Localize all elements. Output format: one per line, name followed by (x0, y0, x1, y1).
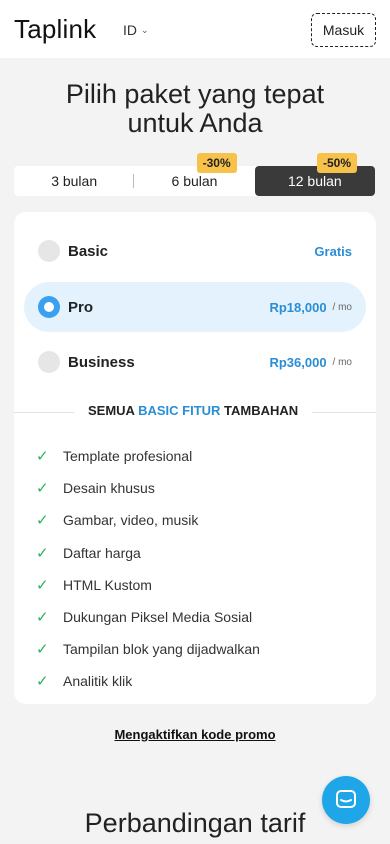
plan-price: Rp18,000 (269, 299, 327, 315)
top-header: Taplink ID ⌄ Masuk (0, 0, 390, 58)
discount-badge: -30% (196, 153, 237, 173)
feature-item: ✓ Template profesional (36, 440, 260, 472)
radio-button[interactable] (38, 351, 60, 373)
feature-label: Desain khusus (63, 480, 155, 497)
plan-period-unit: / mo (332, 356, 352, 368)
feature-label: Daftar harga (63, 544, 141, 561)
feature-item: ✓ Gambar, video, musik (36, 504, 260, 536)
plan-name: Pro (68, 298, 94, 316)
features-heading-highlight: BASIC FITUR (138, 403, 221, 418)
language-selector[interactable]: ID ⌄ (123, 22, 149, 38)
period-tab-label: 12 bulan (287, 173, 342, 189)
plans-card: Basic Gratis Pro Rp18,000 / mo Business … (14, 212, 376, 704)
period-tab-label: 6 bulan (171, 173, 218, 189)
chevron-down-icon: ⌄ (141, 24, 149, 35)
feature-label: Template profesional (63, 448, 193, 465)
feature-label: Analitik klik (63, 673, 133, 690)
period-tab-label: 3 bulan (51, 173, 98, 189)
feature-label: Dukungan Piksel Media Sosial (63, 609, 253, 626)
check-icon: ✓ (36, 576, 49, 594)
feature-item: ✓ HTML Kustom (36, 569, 260, 601)
radio-button[interactable] (38, 240, 60, 262)
chat-support-button[interactable] (322, 776, 370, 824)
check-icon: ✓ (36, 448, 49, 466)
features-heading: SEMUA BASIC FITUR TAMBAHAN (74, 403, 313, 418)
billing-period-selector: 3 bulan 6 bulan -30% 12 bulan -50% (14, 153, 375, 196)
page-title-line-1: Pilih paket yang tepat (65, 79, 325, 109)
check-icon: ✓ (36, 512, 49, 530)
check-icon: ✓ (36, 544, 49, 562)
check-icon: ✓ (36, 641, 49, 659)
chat-icon (336, 790, 356, 808)
language-label: ID (123, 22, 137, 38)
feature-item: ✓ Desain khusus (36, 472, 260, 504)
period-tab-3-months[interactable]: 3 bulan (14, 166, 135, 196)
period-tab-6-months[interactable]: 6 bulan -30% (134, 153, 254, 196)
feature-label: Tampilan blok yang dijadwalkan (63, 641, 260, 658)
feature-item: ✓ Daftar harga (36, 537, 260, 569)
check-icon: ✓ (36, 673, 49, 691)
feature-item: ✓ Tampilan blok yang dijadwalkan (36, 633, 260, 665)
features-heading-pre: SEMUA (88, 403, 139, 418)
plan-option-basic[interactable]: Basic Gratis (24, 226, 366, 276)
plan-name: Basic (68, 242, 109, 260)
page-title: Pilih paket yang tepat untuk Anda (0, 80, 390, 138)
plan-name: Business (68, 353, 135, 371)
taplink-logo[interactable]: Taplink (14, 14, 96, 45)
login-button[interactable]: Masuk (311, 13, 376, 47)
check-icon: ✓ (36, 609, 49, 627)
page-title-line-2: untuk Anda (127, 108, 263, 138)
plan-option-pro[interactable]: Pro Rp18,000 / mo (24, 282, 366, 332)
feature-item: ✓ Dukungan Piksel Media Sosial (36, 601, 260, 633)
plan-price: Rp36,000 (269, 354, 327, 370)
plan-price: Gratis (314, 243, 352, 259)
plan-period-unit: / mo (332, 301, 352, 313)
feature-label: Gambar, video, musik (63, 512, 199, 529)
features-heading-post: TAMBAHAN (220, 403, 299, 418)
plan-option-business[interactable]: Business Rp36,000 / mo (24, 337, 366, 387)
discount-badge: -50% (316, 153, 357, 173)
feature-item: ✓ Analitik klik (36, 665, 260, 697)
period-tab-12-months[interactable]: 12 bulan -50% (254, 153, 375, 196)
radio-button-selected[interactable] (38, 296, 60, 318)
feature-list: ✓ Template profesional ✓ Desain khusus ✓ Ga… (36, 440, 260, 698)
check-icon: ✓ (36, 480, 49, 498)
activate-promo-code-link[interactable]: Mengaktifkan kode promo (0, 727, 390, 742)
feature-label: HTML Kustom (63, 576, 152, 593)
